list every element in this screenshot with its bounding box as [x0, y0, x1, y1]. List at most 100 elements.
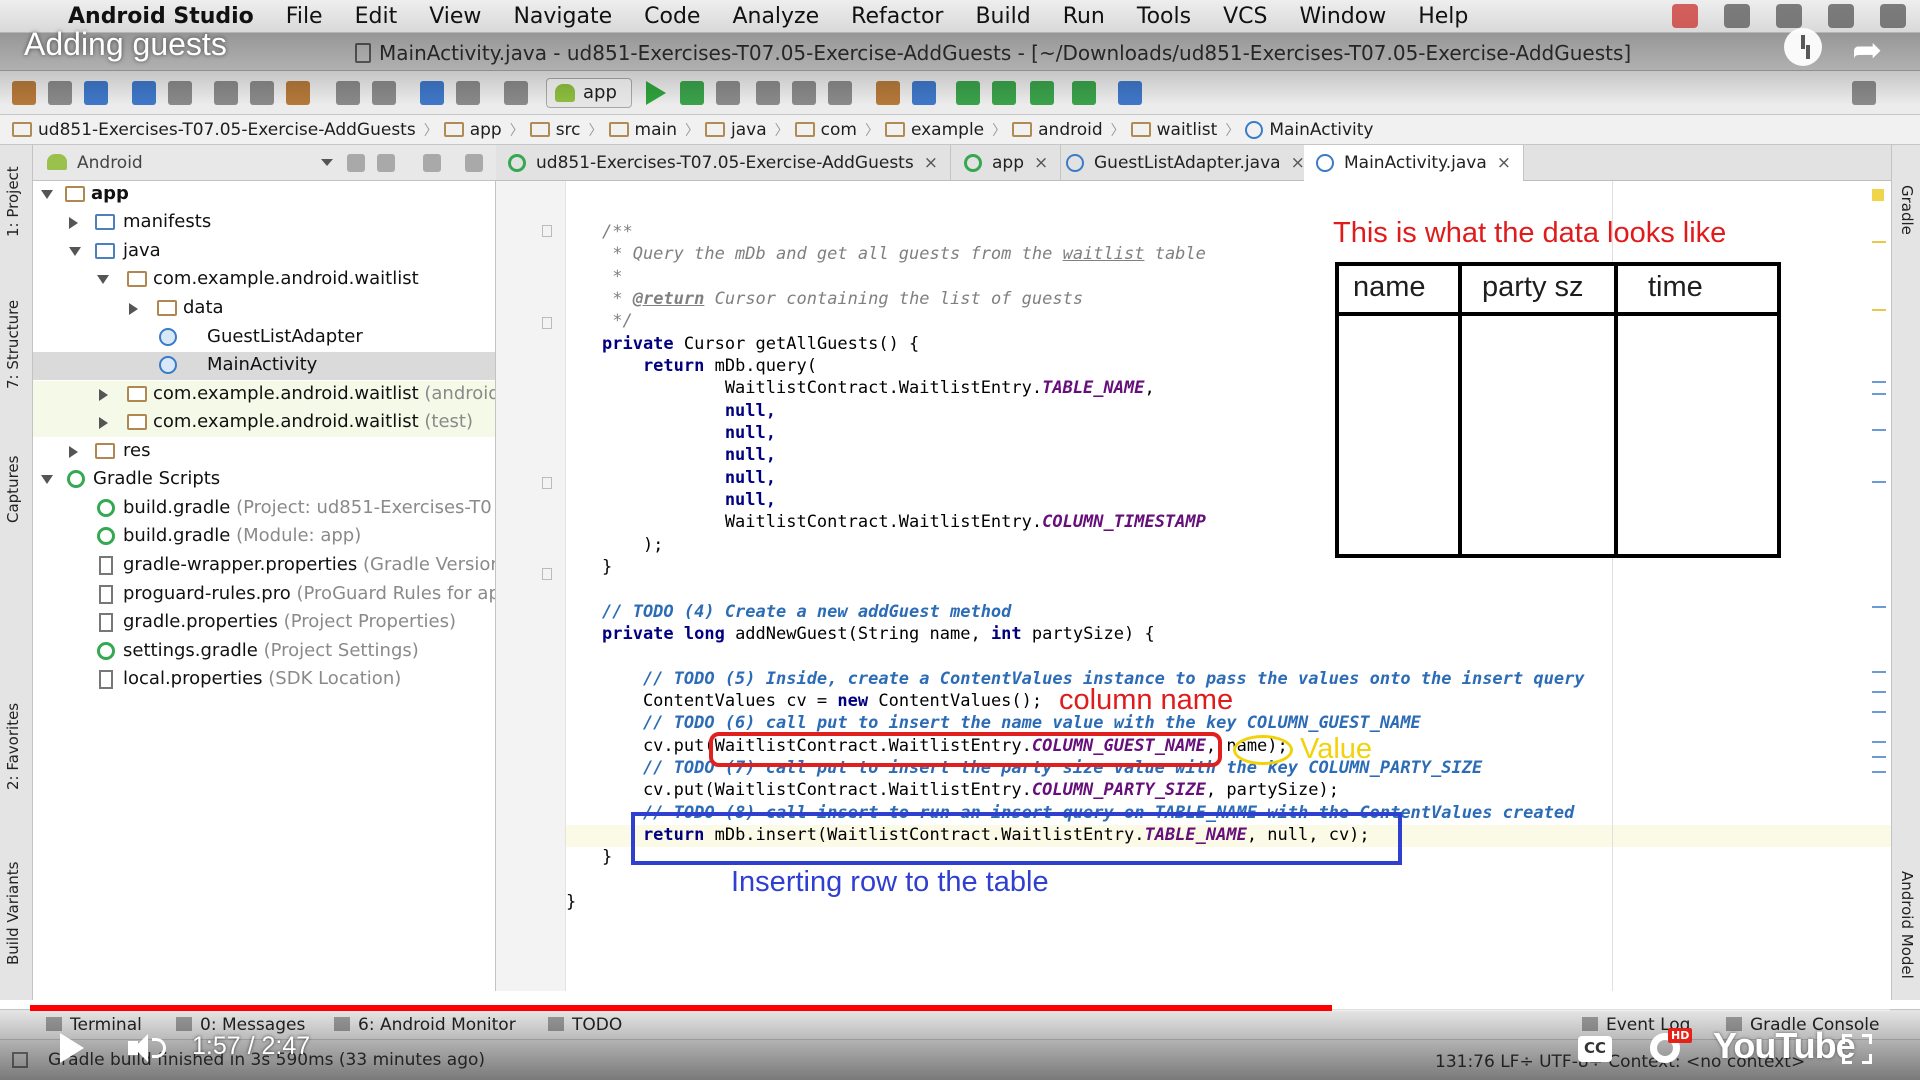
fold-icon[interactable] [542, 225, 552, 237]
tab-todo[interactable]: TODO [548, 1015, 622, 1035]
run-icon[interactable] [646, 81, 666, 105]
tab-mainactivity[interactable]: MainActivity.java × [1304, 145, 1525, 181]
tree-item-res[interactable]: res [33, 438, 495, 466]
sdk-manager-icon[interactable] [992, 81, 1016, 105]
video-title[interactable]: Adding guests [24, 26, 227, 63]
make-project-icon[interactable] [504, 81, 528, 105]
tool-windows-icon[interactable] [12, 1052, 28, 1068]
paste-icon[interactable] [286, 81, 310, 105]
crumb-main[interactable]: main 〉 [608, 120, 699, 140]
watch-later-icon[interactable] [1784, 28, 1822, 66]
gradle-sync-icon[interactable] [912, 81, 936, 105]
menu-edit[interactable]: Edit [339, 4, 414, 29]
fold-icon[interactable] [542, 477, 552, 489]
menu-tools[interactable]: Tools [1121, 4, 1207, 29]
crumb-mainactivity[interactable]: MainActivity [1245, 120, 1374, 140]
menu-navigate[interactable]: Navigate [497, 4, 628, 29]
sync-icon[interactable] [84, 81, 108, 105]
stop-icon[interactable] [828, 81, 852, 105]
crumb-com[interactable]: com 〉 [794, 120, 879, 140]
android-icon[interactable] [1072, 81, 1096, 105]
tab-project-root[interactable]: ud851-Exercises-T07.05-Exercise-AddGuest… [496, 145, 951, 181]
tree-item-guestlistadapter[interactable]: GuestListAdapter [33, 324, 495, 352]
todo-marker[interactable] [1872, 756, 1886, 758]
tree-item-mainactivity[interactable]: MainActivity [33, 352, 495, 380]
attach-debugger-icon[interactable] [716, 81, 740, 105]
creative-cloud-icon[interactable] [1724, 4, 1750, 28]
tab-gradle[interactable]: Gradle [1898, 185, 1916, 235]
tab-android-monitor[interactable]: 6: Android Monitor [334, 1015, 516, 1035]
tab-captures[interactable]: Captures [4, 456, 22, 523]
collapse-arrow-icon[interactable] [129, 303, 138, 315]
expand-arrow-icon[interactable] [97, 275, 109, 284]
tree-item-package-test[interactable]: com.example.android.waitlist (test) [33, 409, 495, 437]
tab-guestlistadapter[interactable]: GuestListAdapter.java × [1054, 145, 1318, 181]
collapse-arrow-icon[interactable] [69, 446, 78, 458]
menu-code[interactable]: Code [628, 4, 716, 29]
tab-project[interactable]: 1: Project [4, 166, 22, 237]
menu-analyze[interactable]: Analyze [716, 4, 835, 29]
close-icon[interactable]: × [1497, 153, 1511, 173]
open-folder-icon[interactable] [12, 81, 36, 105]
chevron-down-icon[interactable] [321, 159, 333, 166]
menu-file[interactable]: File [270, 4, 339, 29]
find-icon[interactable] [336, 81, 360, 105]
gear-icon[interactable] [423, 154, 441, 172]
crumb-android[interactable]: android 〉 [1012, 120, 1125, 140]
menu-vcs[interactable]: VCS [1207, 4, 1283, 29]
tree-item-manifests[interactable]: manifests [33, 209, 495, 237]
share-icon[interactable]: ➦ [1852, 30, 1882, 71]
copy-icon[interactable] [250, 81, 274, 105]
todo-marker[interactable] [1872, 481, 1886, 483]
todo-marker[interactable] [1872, 606, 1886, 608]
search-everywhere-icon[interactable] [1852, 81, 1876, 105]
wifi-icon[interactable] [1776, 4, 1802, 28]
crumb-java[interactable]: java 〉 [705, 120, 789, 140]
tree-item-package-androidtest[interactable]: com.example.android.waitlist (androidT [33, 381, 495, 409]
tree-item-java[interactable]: java [33, 238, 495, 266]
todo-marker[interactable] [1872, 671, 1886, 673]
menu-view[interactable]: View [413, 4, 497, 29]
tab-favorites[interactable]: 2: Favorites [4, 703, 22, 790]
undo-icon[interactable] [132, 81, 156, 105]
tab-app[interactable]: app × [952, 145, 1062, 181]
tree-item-local-properties[interactable]: local.properties (SDK Location) [33, 666, 495, 694]
project-structure-icon[interactable] [876, 81, 900, 105]
crumb-src[interactable]: src 〉 [529, 120, 603, 140]
help-icon[interactable] [1118, 81, 1142, 105]
play-icon[interactable] [60, 1033, 84, 1063]
save-all-icon[interactable] [48, 81, 72, 105]
collapse-arrow-icon[interactable] [69, 217, 78, 229]
debug-icon[interactable] [680, 81, 704, 105]
tree-item-proguard[interactable]: proguard-rules.pro (ProGuard Rules for a… [33, 581, 495, 609]
profile-icon[interactable] [756, 81, 780, 105]
fullscreen-icon[interactable] [1842, 1034, 1872, 1064]
menu-build[interactable]: Build [959, 4, 1046, 29]
warning-marker[interactable] [1872, 189, 1884, 201]
menu-run[interactable]: Run [1047, 4, 1121, 29]
volume-icon[interactable] [128, 1032, 168, 1064]
todo-marker[interactable] [1872, 381, 1886, 383]
crumb-waitlist[interactable]: waitlist 〉 [1130, 120, 1239, 140]
tree-item-settings-gradle[interactable]: settings.gradle (Project Settings) [33, 638, 495, 666]
collapse-arrow-icon[interactable] [99, 417, 108, 429]
android-device-monitor-icon[interactable] [1030, 81, 1054, 105]
spotlight-search-icon[interactable] [1828, 4, 1854, 28]
hide-panel-icon[interactable] [465, 154, 483, 172]
todo-marker[interactable] [1872, 741, 1886, 743]
todo-marker[interactable] [1872, 771, 1886, 773]
todo-marker[interactable] [1872, 393, 1886, 395]
apply-changes-icon[interactable] [792, 81, 816, 105]
video-progress-bar[interactable] [30, 1005, 1890, 1011]
todo-marker[interactable] [1872, 711, 1886, 713]
close-icon[interactable]: × [924, 153, 938, 173]
todo-marker[interactable] [1872, 241, 1886, 243]
close-icon[interactable]: × [1034, 153, 1048, 173]
crumb-project[interactable]: ud851-Exercises-T07.05-Exercise-AddGuest… [12, 120, 438, 140]
tab-android-model[interactable]: Android Model [1898, 871, 1916, 979]
fold-icon[interactable] [542, 568, 552, 580]
tab-build-variants[interactable]: Build Variants [4, 862, 22, 965]
forward-icon[interactable] [456, 81, 480, 105]
crumb-app[interactable]: app 〉 [443, 120, 524, 140]
tree-item-build-gradle-project[interactable]: build.gradle (Project: ud851-Exercises-T… [33, 495, 495, 523]
